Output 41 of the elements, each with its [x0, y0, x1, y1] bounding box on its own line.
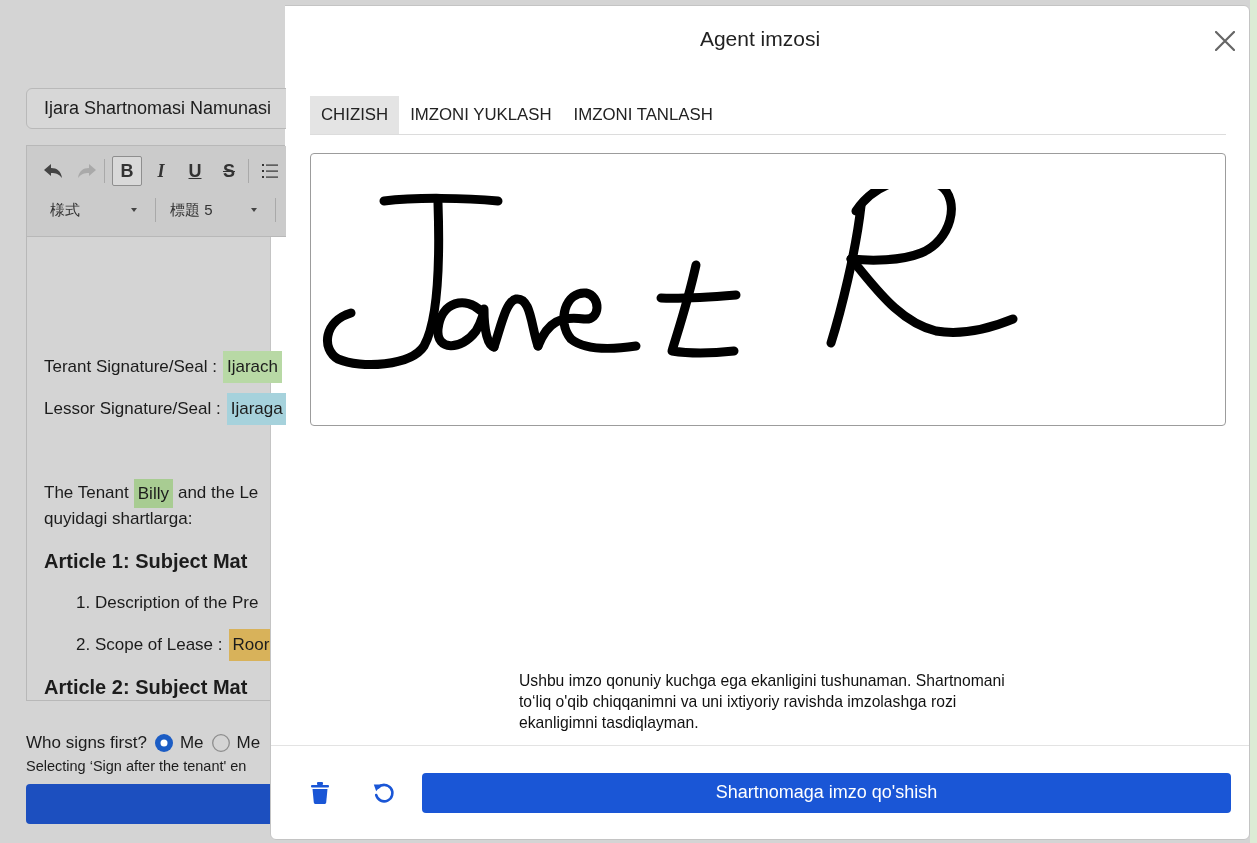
counterclockwise-arrow-icon	[373, 781, 395, 804]
curved-right-arrow-icon	[78, 164, 96, 178]
document-text: quyidagi shartlarga:	[44, 509, 193, 529]
signature-field[interactable]: Ijaraga	[226, 393, 286, 425]
consent-text: Ushbu imzo qonuniy kuchga ega ekanligini tushunaman. Shartnomani to‘liq o'qib chiqqanimni va uni ixtiyoriy ravishda imzolashga rozi ekanligimni tasdiqlayman.	[519, 671, 1006, 733]
italic-button[interactable]: I	[146, 156, 176, 186]
trash-icon	[311, 781, 329, 804]
tab[interactable]: IMZONI TANLASH	[562, 96, 724, 134]
strike-button[interactable]: S	[214, 156, 244, 186]
hint-text: Selecting ‘Sign after the tenant' en	[26, 758, 247, 774]
close-button[interactable]	[1215, 31, 1235, 51]
document-text: and the Le	[177, 483, 259, 503]
bullet-list-icon	[262, 163, 278, 179]
signature-pad[interactable]	[310, 153, 1226, 426]
close-icon	[1215, 31, 1235, 51]
signing-order-label: Who signs first?	[26, 733, 147, 753]
title-field[interactable]: Ijara Shartnomasi Namunasi	[26, 88, 286, 129]
tab[interactable]: IMZONI YUKLASH	[399, 96, 563, 134]
field-label: Terant Signature/Seal :	[44, 357, 217, 377]
field-label: Lessor Signature/Seal :	[44, 399, 221, 419]
list-item-text: 2. Scope of Lease :	[76, 635, 223, 655]
format-dropdown[interactable]: 標題 5	[162, 196, 265, 224]
highlighted-field[interactable]: Billy	[133, 478, 173, 508]
article-heading: Article 1: Subject Mat	[44, 549, 248, 573]
article-heading: Article 2: Subject Mat	[44, 675, 248, 699]
confirm-button[interactable]: Shartnomaga imzo qo'shish	[422, 772, 1231, 813]
radio-option[interactable]: Me	[211, 733, 261, 753]
caret-icon	[131, 208, 137, 212]
document-text: The Tenant	[44, 483, 129, 503]
caret-icon	[251, 208, 257, 212]
radio-option[interactable]: Me	[154, 733, 204, 753]
reset-button[interactable]	[373, 781, 395, 804]
dialog-title: Agent imzosi	[699, 27, 821, 51]
signature-field[interactable]: Ijarach	[222, 351, 282, 383]
tab[interactable]: CHIZISH	[310, 96, 400, 134]
underline-button[interactable]: U	[180, 156, 210, 186]
format-dropdown[interactable]: 様式	[42, 196, 145, 224]
bold-button[interactable]: B	[112, 156, 142, 186]
delete-button[interactable]	[311, 781, 329, 804]
list-item-text: 1. Description of the Pre	[76, 593, 259, 613]
curved-left-arrow-icon	[44, 164, 62, 178]
